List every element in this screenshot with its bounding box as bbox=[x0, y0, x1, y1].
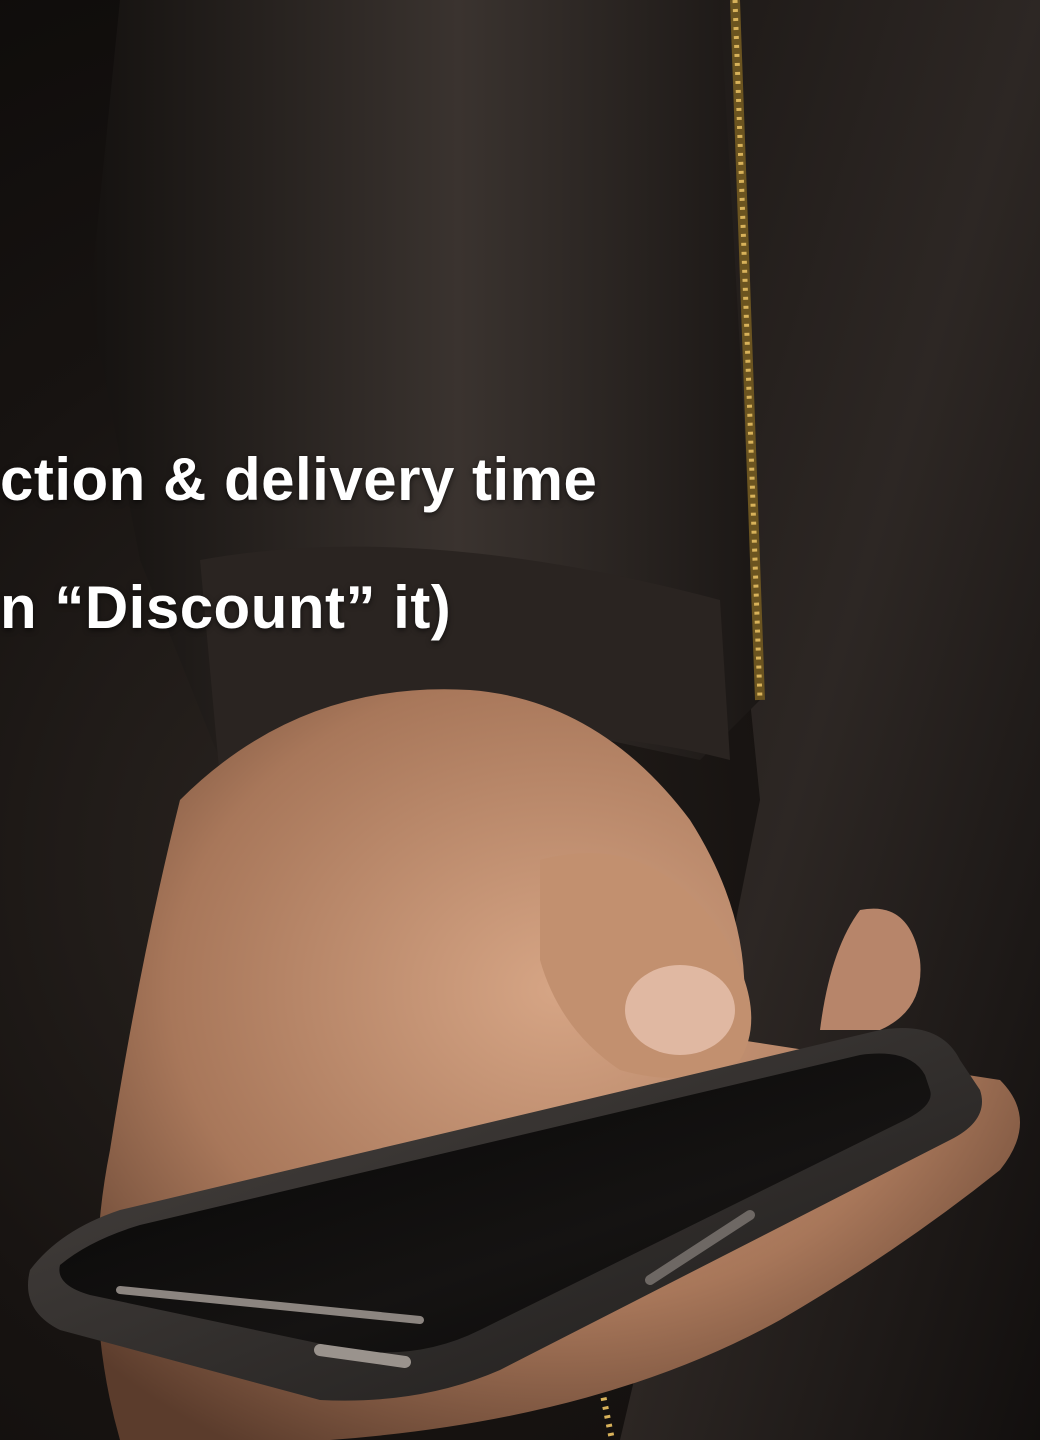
overlay-text-line-1: ction & delivery time bbox=[0, 446, 598, 513]
photo-slide: ction & delivery time n “Discount” it) bbox=[0, 0, 1040, 1440]
overlay-text-line-2: n “Discount” it) bbox=[0, 574, 452, 641]
hand-with-phone-photo bbox=[28, 0, 1040, 1440]
